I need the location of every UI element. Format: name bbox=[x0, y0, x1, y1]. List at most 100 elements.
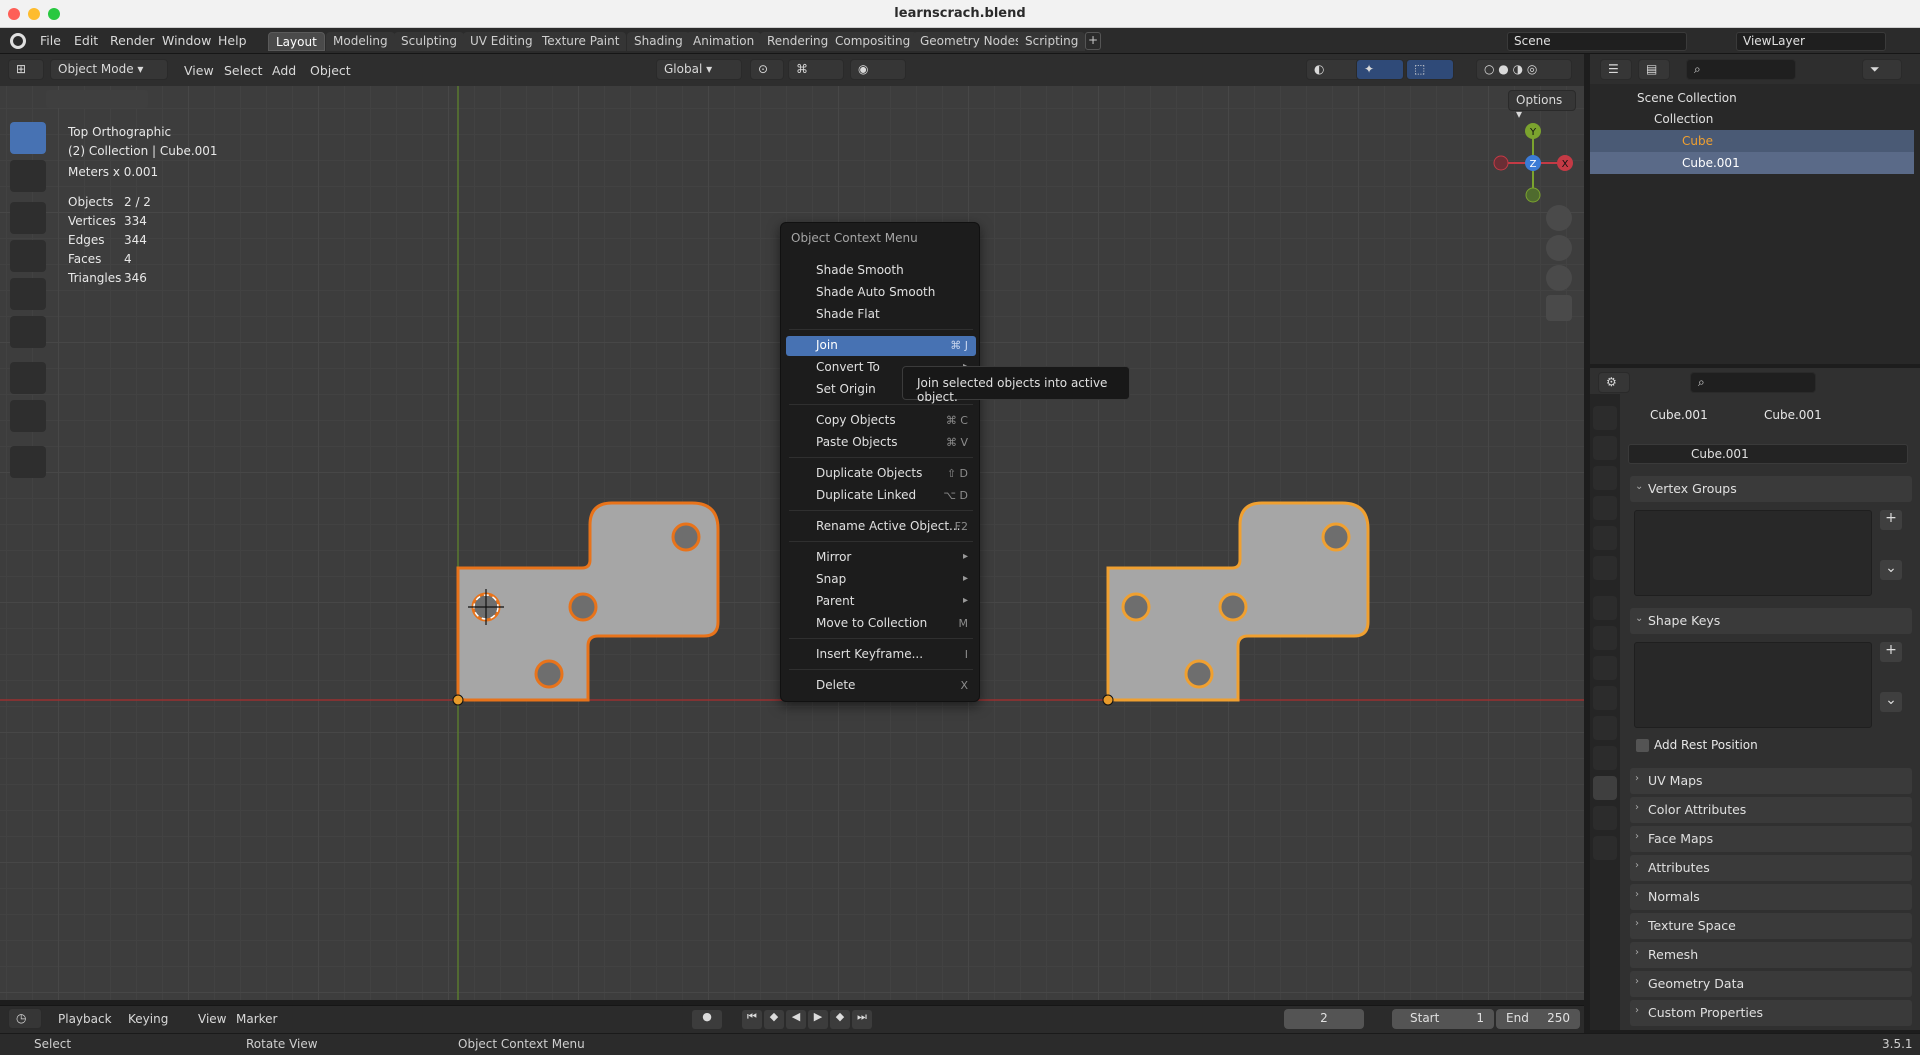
panel-normals[interactable]: › Normals bbox=[1630, 884, 1912, 910]
panel-color-attributes[interactable]: › Color Attributes bbox=[1630, 797, 1912, 823]
viewport-menu-select[interactable]: Select bbox=[224, 63, 263, 78]
menu-item-shade-smooth[interactable]: Shade Smooth bbox=[786, 261, 976, 281]
zoom-icon[interactable] bbox=[1546, 205, 1572, 231]
camera-view-icon[interactable] bbox=[1546, 265, 1572, 291]
shape-keys-list[interactable] bbox=[1634, 642, 1872, 728]
viewport-menu-object[interactable]: Object bbox=[310, 63, 351, 78]
timeline-menu-marker[interactable]: Marker bbox=[236, 1012, 277, 1026]
tab-sculpting[interactable]: Sculpting bbox=[394, 32, 465, 51]
properties-tab-output-icon[interactable] bbox=[1593, 466, 1617, 490]
view-layer-selector[interactable]: ViewLayer bbox=[1736, 32, 1886, 51]
properties-editor-type-icon[interactable]: ⚙ bbox=[1598, 372, 1630, 393]
outliner-scene-collection[interactable]: Scene Collection bbox=[1590, 87, 1914, 109]
tab-shading[interactable]: Shading bbox=[627, 32, 690, 51]
ortho-grid-icon[interactable] bbox=[1546, 295, 1572, 321]
next-keyframe-button[interactable]: ◆ bbox=[830, 1010, 850, 1029]
properties-tab-modifier-icon[interactable] bbox=[1593, 656, 1617, 680]
menu-help[interactable]: Help bbox=[218, 33, 247, 48]
tool-scale[interactable] bbox=[10, 278, 46, 310]
viewport-menu-add[interactable]: Add bbox=[272, 63, 296, 78]
panel-uv-maps[interactable]: › UV Maps bbox=[1630, 768, 1912, 794]
panel-texture-space[interactable]: › Texture Space bbox=[1630, 913, 1912, 939]
properties-search-input[interactable]: ⌕ bbox=[1690, 372, 1816, 393]
shading-buttons[interactable]: ○ ● ◑ ◎ bbox=[1476, 59, 1572, 80]
add-shape-key-button[interactable]: + bbox=[1880, 642, 1902, 662]
tab-texture-paint[interactable]: Texture Paint bbox=[535, 32, 627, 51]
properties-tab-tool-icon[interactable] bbox=[1593, 406, 1617, 430]
panel-vertex-groups[interactable]: ⌄ Vertex Groups bbox=[1630, 476, 1912, 502]
panel-attributes[interactable]: › Attributes bbox=[1630, 855, 1912, 881]
scene-selector[interactable]: Scene bbox=[1507, 32, 1687, 51]
add-rest-position-checkbox[interactable] bbox=[1636, 739, 1649, 752]
add-vertex-group-button[interactable]: + bbox=[1880, 510, 1902, 530]
properties-tab-particles-icon[interactable] bbox=[1593, 686, 1617, 710]
menu-item-duplicate-linked[interactable]: Duplicate Linked ⌥ D bbox=[786, 486, 976, 506]
snap-icon[interactable]: ⌘ bbox=[788, 59, 844, 80]
panel-shape-keys[interactable]: ⌄ Shape Keys bbox=[1630, 608, 1912, 634]
orientation-selector[interactable]: Global ▾ bbox=[656, 59, 742, 80]
blender-logo-icon[interactable] bbox=[10, 33, 26, 49]
jump-start-button[interactable]: ⏮ bbox=[742, 1010, 762, 1029]
jump-end-button[interactable]: ⏭ bbox=[852, 1010, 872, 1029]
menu-file[interactable]: File bbox=[40, 33, 61, 48]
properties-tab-render-icon[interactable] bbox=[1593, 436, 1617, 460]
mode-selector[interactable]: Object Mode ▾ bbox=[50, 59, 168, 80]
outliner-editor-type-icon[interactable]: ☰ bbox=[1600, 59, 1632, 80]
gizmo-toggle-icon[interactable]: ✦ bbox=[1356, 59, 1404, 80]
tool-add-cube[interactable] bbox=[10, 446, 46, 478]
prev-keyframe-button[interactable]: ◆ bbox=[764, 1010, 784, 1029]
overlay-toggle-icon[interactable]: ⬚ bbox=[1406, 59, 1454, 80]
menu-item-copy-objects[interactable]: Copy Objects ⌘ C bbox=[786, 411, 976, 431]
tab-layout[interactable]: Layout bbox=[268, 32, 325, 51]
menu-item-paste-objects[interactable]: Paste Objects ⌘ V bbox=[786, 433, 976, 453]
properties-tab-constraints-icon[interactable] bbox=[1593, 746, 1617, 770]
properties-tab-scene-icon[interactable] bbox=[1593, 526, 1617, 550]
properties-tab-collection-icon[interactable] bbox=[1593, 596, 1617, 620]
properties-tab-physics-icon[interactable] bbox=[1593, 716, 1617, 740]
panel-custom-properties[interactable]: › Custom Properties bbox=[1630, 1000, 1912, 1026]
tab-uv-editing[interactable]: UV Editing bbox=[463, 32, 540, 51]
play-reverse-button[interactable]: ◀ bbox=[786, 1010, 806, 1029]
play-button[interactable]: ▶ bbox=[808, 1010, 828, 1029]
menu-window[interactable]: Window bbox=[162, 33, 211, 48]
tab-compositing[interactable]: Compositing bbox=[828, 32, 918, 51]
menu-item-join[interactable]: Join ⌘ J bbox=[786, 336, 976, 356]
timeline-menu-playback[interactable]: Playback bbox=[58, 1012, 112, 1026]
outliner-object-cube001[interactable]: Cube.001 bbox=[1590, 152, 1914, 174]
tab-rendering[interactable]: Rendering bbox=[760, 32, 836, 51]
add-workspace-button[interactable]: + bbox=[1085, 32, 1101, 50]
editor-type-button[interactable]: ⊞ bbox=[8, 59, 44, 80]
tool-rotate[interactable] bbox=[10, 240, 46, 272]
tool-annotate[interactable] bbox=[10, 362, 46, 394]
end-frame-field[interactable]: End 250 bbox=[1496, 1009, 1580, 1029]
outliner-search-input[interactable]: ⌕ bbox=[1686, 59, 1796, 80]
menu-item-duplicate-objects[interactable]: Duplicate Objects ⇧ D bbox=[786, 464, 976, 484]
properties-tab-view-layer-icon[interactable] bbox=[1593, 496, 1617, 520]
menu-item-shade-auto-smooth[interactable]: Shade Auto Smooth bbox=[786, 283, 976, 303]
display-mode-icon[interactable]: ▤ bbox=[1638, 59, 1670, 80]
menu-item-shade-flat[interactable]: Shade Flat bbox=[786, 305, 976, 325]
menu-item-mirror[interactable]: Mirror ▸ bbox=[786, 548, 976, 568]
menu-item-delete[interactable]: Delete X bbox=[786, 676, 976, 696]
mesh-data-name-field[interactable]: Cube.001 bbox=[1628, 444, 1908, 464]
record-button[interactable]: ● bbox=[692, 1010, 722, 1029]
shape-key-menu-button[interactable]: ⌄ bbox=[1880, 692, 1902, 712]
timeline-menu-keying[interactable]: Keying bbox=[128, 1012, 168, 1026]
vertex-groups-list[interactable] bbox=[1634, 510, 1872, 596]
tool-select[interactable] bbox=[10, 122, 46, 154]
tool-move[interactable] bbox=[10, 202, 46, 234]
pan-hand-icon[interactable] bbox=[1546, 235, 1572, 261]
vertex-group-menu-button[interactable]: ⌄ bbox=[1880, 560, 1902, 580]
properties-tab-material-icon[interactable] bbox=[1593, 806, 1617, 830]
tab-geometry-nodes[interactable]: Geometry Nodes bbox=[913, 32, 1029, 51]
viewport-menu-view[interactable]: View bbox=[184, 63, 214, 78]
tab-animation[interactable]: Animation bbox=[686, 32, 762, 51]
properties-tab-data-icon[interactable] bbox=[1593, 776, 1617, 800]
tool-transform[interactable] bbox=[10, 316, 46, 348]
proportional-edit-icon[interactable]: ◉ bbox=[850, 59, 906, 80]
select-mode-buttons[interactable] bbox=[46, 90, 148, 108]
options-button[interactable]: Options ▾ bbox=[1508, 90, 1576, 121]
timeline-editor-type-icon[interactable]: ◷ bbox=[8, 1008, 42, 1029]
start-frame-field[interactable]: Start 1 bbox=[1392, 1009, 1494, 1029]
properties-tab-object-icon[interactable] bbox=[1593, 626, 1617, 650]
